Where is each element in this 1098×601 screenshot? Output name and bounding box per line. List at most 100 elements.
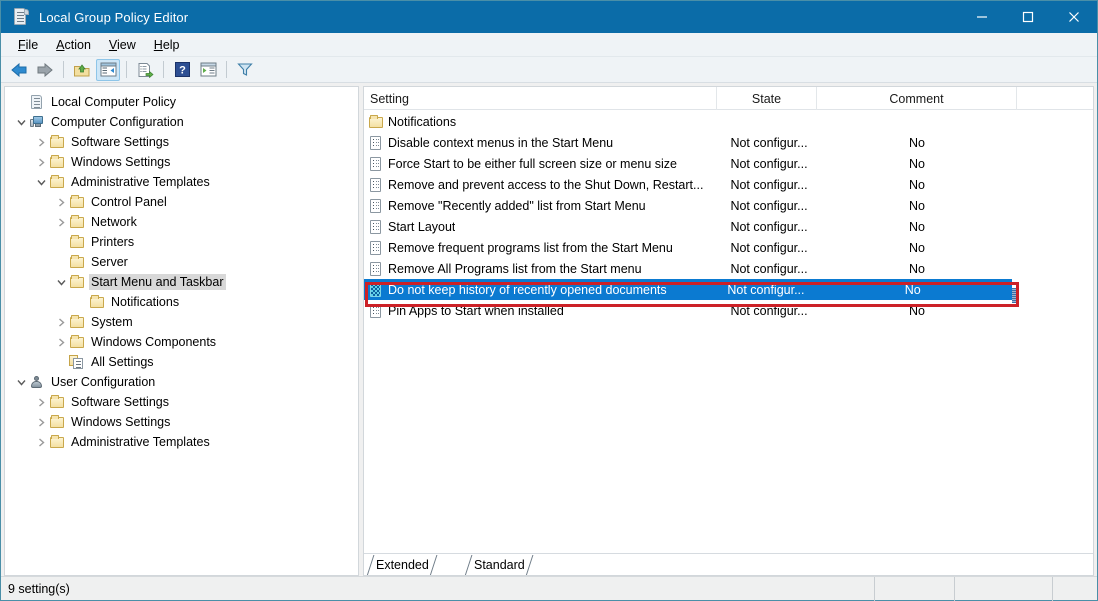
forward-icon[interactable] [33, 59, 57, 81]
tree-item-control-panel[interactable]: Control Panel [5, 192, 358, 212]
tree-item-computer-configuration[interactable]: Computer Configuration [5, 112, 358, 132]
help-icon[interactable]: ? [170, 59, 194, 81]
tree-item-label: User Configuration [51, 375, 156, 389]
tree-item-all-settings[interactable]: All Settings [5, 352, 358, 372]
maximize-icon[interactable] [1005, 1, 1051, 33]
folder-icon [49, 394, 65, 410]
tree-item-network[interactable]: Network [5, 212, 358, 232]
list-item-comment: No [909, 303, 925, 318]
tree-item-label: System [91, 315, 133, 329]
tree-item-start-menu-and-taskbar[interactable]: Start Menu and Taskbar [5, 272, 358, 292]
tree-item-server[interactable]: Server [5, 252, 358, 272]
policy-icon [368, 303, 384, 319]
menu-action[interactable]: Action [47, 36, 100, 54]
minimize-icon[interactable] [959, 1, 1005, 33]
column-header-blank[interactable] [1017, 87, 1093, 110]
column-header-comment[interactable]: Comment [817, 87, 1017, 110]
filter-icon[interactable] [233, 59, 257, 81]
policy-icon [368, 135, 384, 151]
settings-list[interactable]: Notifications Disable context menus in t… [364, 110, 1093, 553]
console-tree[interactable]: Local Computer Policy Computer Configura… [4, 86, 359, 576]
chevron-right-icon[interactable] [33, 434, 49, 450]
chevron-right-icon[interactable] [53, 334, 69, 350]
list-item-label: Force Start to be either full screen siz… [388, 156, 678, 171]
chevron-down-icon[interactable] [33, 174, 49, 190]
tree-item-system[interactable]: System [5, 312, 358, 332]
list-item-policy[interactable]: Remove All Programs list from the Start … [364, 258, 1093, 279]
chevron-down-icon[interactable] [13, 374, 29, 390]
title-bar: Local Group Policy Editor [1, 1, 1097, 33]
chevron-right-icon[interactable] [33, 154, 49, 170]
policy-icon [368, 261, 384, 277]
tab-extended[interactable]: Extended [364, 554, 438, 575]
tree-item-label: Administrative Templates [71, 175, 210, 189]
tree-item-label: Start Menu and Taskbar [89, 274, 227, 290]
properties-icon[interactable] [196, 59, 220, 81]
list-item-policy[interactable]: Remove frequent programs list from the S… [364, 237, 1093, 258]
list-item-state: Not configur... [730, 261, 808, 276]
policy-icon [368, 282, 384, 298]
user-icon [29, 374, 45, 390]
list-item-notifications[interactable]: Notifications [364, 111, 1093, 132]
folder-icon [49, 414, 65, 430]
tree-item-printers[interactable]: Printers [5, 232, 358, 252]
folder-icon [49, 434, 65, 450]
menu-file[interactable]: File [9, 36, 47, 54]
tree-item-user-configuration[interactable]: User Configuration [5, 372, 358, 392]
folder-icon [69, 194, 85, 210]
toolbar-separator [163, 61, 164, 78]
tree-item-local-computer-policy[interactable]: Local Computer Policy [5, 92, 358, 112]
tree-item-windows-components[interactable]: Windows Components [5, 332, 358, 352]
list-item-comment: No [909, 240, 925, 255]
chevron-right-icon[interactable] [33, 394, 49, 410]
list-item-policy[interactable]: Pin Apps to Start when installed Not con… [364, 300, 1093, 321]
tree-item-notifications[interactable]: Notifications [5, 292, 358, 312]
local-group-policy-editor-window: Local Group Policy Editor File Action Vi… [0, 0, 1098, 601]
policy-icon [368, 177, 384, 193]
twisty-none [13, 94, 29, 110]
list-item-comment: No [909, 177, 925, 192]
menu-help[interactable]: Help [145, 36, 189, 54]
tree-item-administrative-templates-computer[interactable]: Administrative Templates [5, 172, 358, 192]
menu-bar: File Action View Help [1, 33, 1097, 57]
tree-item-label: Windows Settings [71, 155, 171, 169]
list-item-label: Start Layout [388, 219, 456, 234]
tree-item-administrative-templates-user[interactable]: Administrative Templates [5, 432, 358, 452]
tree-item-windows-settings-computer[interactable]: Windows Settings [5, 152, 358, 172]
column-header-setting[interactable]: Setting [364, 87, 717, 110]
tree-item-windows-settings-user[interactable]: Windows Settings [5, 412, 358, 432]
tab-standard[interactable]: Standard [462, 554, 534, 575]
chevron-right-icon[interactable] [53, 214, 69, 230]
export-list-icon[interactable] [133, 59, 157, 81]
chevron-down-icon[interactable] [53, 274, 69, 290]
tree-item-software-settings-computer[interactable]: Software Settings [5, 132, 358, 152]
list-item-policy[interactable]: Remove "Recently added" list from Start … [364, 195, 1093, 216]
chevron-right-icon[interactable] [33, 134, 49, 150]
list-item-comment: No [909, 261, 925, 276]
list-item-comment: No [909, 219, 925, 234]
back-icon[interactable] [7, 59, 31, 81]
close-icon[interactable] [1051, 1, 1097, 33]
chevron-right-icon[interactable] [53, 194, 69, 210]
tree-item-software-settings-user[interactable]: Software Settings [5, 392, 358, 412]
show-hide-tree-icon[interactable] [96, 58, 120, 81]
tab-label: Extended [376, 558, 429, 572]
tree-item-label: Software Settings [71, 395, 169, 409]
list-item-selected-do-not-keep-history[interactable]: Do not keep history of recently opened d… [364, 279, 1012, 300]
tree-item-label: Software Settings [71, 135, 169, 149]
list-item-state: Not configur... [730, 198, 808, 213]
up-folder-icon[interactable] [70, 59, 94, 81]
column-header-state[interactable]: State [717, 87, 817, 110]
list-item-policy[interactable]: Force Start to be either full screen siz… [364, 153, 1093, 174]
list-item-policy[interactable]: Disable context menus in the Start Menu … [364, 132, 1093, 153]
chevron-down-icon[interactable] [13, 114, 29, 130]
list-item-state: Not configur... [730, 240, 808, 255]
menu-view[interactable]: View [100, 36, 145, 54]
list-item-policy[interactable]: Start Layout Not configur... No [364, 216, 1093, 237]
list-item-policy[interactable]: Remove and prevent access to the Shut Do… [364, 174, 1093, 195]
tree-item-label: Windows Components [91, 335, 217, 349]
tree-item-label: Control Panel [91, 195, 167, 209]
window-controls [959, 1, 1097, 33]
chevron-right-icon[interactable] [53, 314, 69, 330]
chevron-right-icon[interactable] [33, 414, 49, 430]
